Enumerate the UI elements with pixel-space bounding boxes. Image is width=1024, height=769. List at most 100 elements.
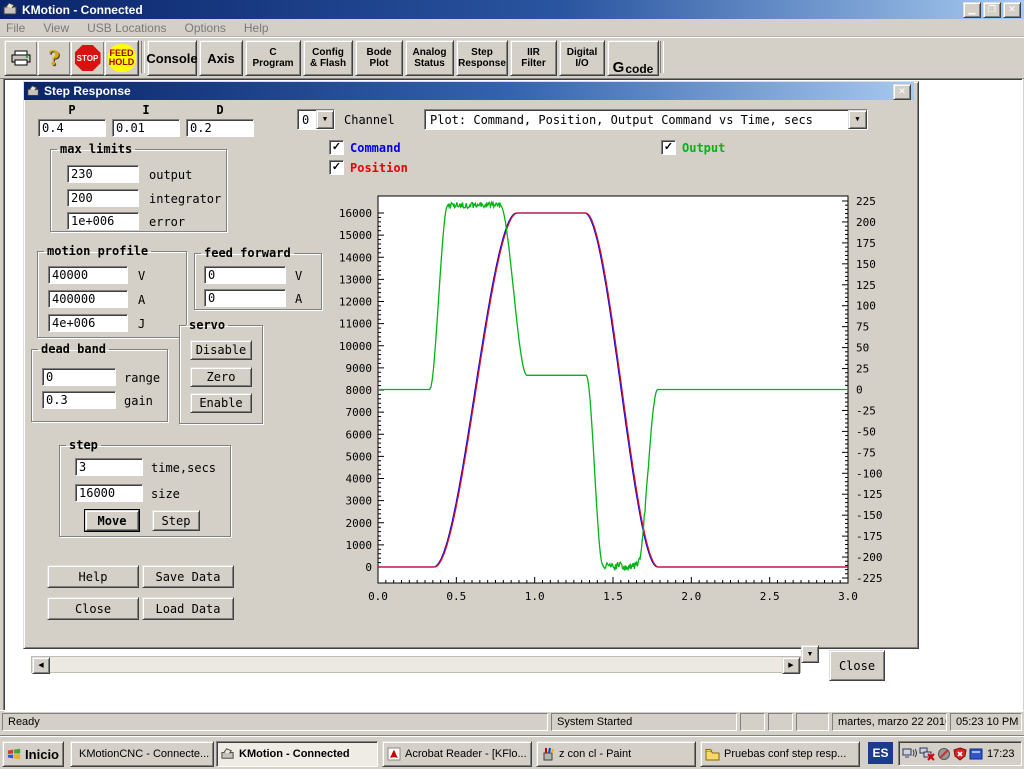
position-checkbox[interactable]: ✓ Position bbox=[329, 160, 408, 175]
toolbar-analog-status-button[interactable]: AnalogStatus bbox=[405, 40, 454, 76]
load-data-button[interactable]: Load Data bbox=[142, 597, 234, 620]
svg-text:15000: 15000 bbox=[339, 229, 372, 242]
security-shield-icon[interactable] bbox=[953, 747, 967, 761]
max-integrator-input[interactable] bbox=[67, 189, 139, 207]
task-acrobat[interactable]: Acrobat Reader - [KFlo... bbox=[382, 741, 532, 767]
velocity-input[interactable] bbox=[48, 266, 128, 284]
blocked-icon[interactable] bbox=[937, 747, 951, 761]
channel-dropdown-arrow-icon[interactable]: ▼ bbox=[316, 110, 334, 129]
app-icon bbox=[3, 2, 18, 17]
max-limits-legend: max limits bbox=[57, 142, 135, 156]
dead-band-gain-input[interactable] bbox=[42, 391, 116, 409]
motion-profile-legend: motion profile bbox=[44, 244, 151, 258]
position-checkbox-box[interactable]: ✓ bbox=[329, 160, 344, 175]
start-button[interactable]: Inicio bbox=[2, 741, 64, 767]
step-time-input[interactable] bbox=[75, 458, 143, 476]
toolbar-axis-button[interactable]: Axis bbox=[199, 40, 243, 76]
max-output-input[interactable] bbox=[67, 165, 139, 183]
bottom-close-button[interactable]: Close bbox=[829, 650, 885, 681]
p-label: P bbox=[38, 103, 106, 117]
servo-zero-button[interactable]: Zero bbox=[190, 367, 252, 387]
toolbar-config-flash-button[interactable]: Config& Flash bbox=[303, 40, 353, 76]
step-size-input[interactable] bbox=[75, 484, 143, 502]
svg-text:-50: -50 bbox=[856, 425, 876, 438]
toolbar-separator bbox=[141, 41, 145, 73]
task-paint[interactable]: z con cl - Paint bbox=[536, 741, 696, 767]
scroll-right-icon[interactable]: ▶ bbox=[782, 657, 800, 674]
channel-select[interactable]: 0 ▼ bbox=[297, 109, 335, 130]
svg-text:6000: 6000 bbox=[346, 428, 373, 441]
task-folder[interactable]: Pruebas conf step resp... bbox=[700, 741, 860, 767]
command-checkbox[interactable]: ✓ Command bbox=[329, 140, 401, 155]
command-checkbox-label: Command bbox=[350, 141, 401, 155]
language-indicator[interactable]: ES bbox=[868, 742, 893, 764]
stop-icon: STOP bbox=[75, 45, 101, 71]
stop-button[interactable]: STOP bbox=[70, 40, 105, 76]
task-kmotion-active[interactable]: KMotion - Connected bbox=[216, 741, 378, 767]
ff-accel-input[interactable] bbox=[204, 289, 286, 307]
motion-profile-group: motion profile V A J bbox=[37, 244, 187, 338]
plot-mode-select[interactable]: Plot: Command, Position, Output Command … bbox=[424, 109, 868, 130]
close-button[interactable]: ✕ bbox=[1003, 2, 1021, 18]
restore-button[interactable]: ❐ bbox=[983, 2, 1001, 18]
scroll-left-icon[interactable]: ◀ bbox=[32, 657, 50, 674]
menu-view[interactable]: View bbox=[43, 21, 69, 35]
horizontal-scrollbar[interactable]: ◀ ▶ bbox=[31, 656, 801, 673]
minimize-button[interactable]: ▁ bbox=[963, 2, 981, 18]
volume-icon[interactable] bbox=[902, 747, 917, 761]
toolbar-gcode-button[interactable]: Gcode bbox=[607, 40, 659, 76]
menu-file[interactable]: File bbox=[6, 21, 25, 35]
status-ready: Ready bbox=[2, 713, 548, 731]
toolbar-iir-filter-button[interactable]: IIRFilter bbox=[510, 40, 557, 76]
servo-disable-button[interactable]: Disable bbox=[190, 340, 252, 360]
menu-usb-locations[interactable]: USB Locations bbox=[87, 21, 166, 35]
d-input[interactable] bbox=[186, 119, 254, 137]
menu-bar: File View USB Locations Options Help bbox=[0, 19, 1024, 37]
svg-text:50: 50 bbox=[856, 342, 869, 355]
move-button[interactable]: Move bbox=[85, 510, 139, 531]
servo-enable-button[interactable]: Enable bbox=[190, 393, 252, 413]
help-dialog-button[interactable]: Help bbox=[47, 565, 139, 588]
p-input[interactable] bbox=[38, 119, 106, 137]
command-checkbox-box[interactable]: ✓ bbox=[329, 140, 344, 155]
accel-input[interactable] bbox=[48, 290, 128, 308]
save-data-button[interactable]: Save Data bbox=[142, 565, 234, 588]
ime-icon[interactable] bbox=[969, 747, 983, 761]
ff-velocity-input[interactable] bbox=[204, 266, 286, 284]
feed-hold-icon: FEED HOLD bbox=[108, 44, 136, 72]
max-error-input[interactable] bbox=[67, 212, 139, 230]
i-input[interactable] bbox=[112, 119, 180, 137]
svg-text:200: 200 bbox=[856, 216, 876, 229]
scroll-down-icon[interactable]: ▼ bbox=[801, 645, 819, 663]
dialog-titlebar: Step Response ✕ bbox=[24, 82, 914, 100]
feed-hold-button[interactable]: FEED HOLD bbox=[104, 40, 139, 76]
main-titlebar: KMotion - Connected ▁ ❐ ✕ bbox=[0, 0, 1024, 19]
help-button[interactable]: ? bbox=[37, 40, 71, 76]
step-group: step time,secs size Move Step bbox=[59, 438, 231, 537]
task-kmotioncnc[interactable]: KMotionCNC - Connecte... bbox=[70, 741, 214, 767]
svg-text:-225: -225 bbox=[856, 572, 883, 585]
dead-band-range-input[interactable] bbox=[42, 368, 116, 386]
svg-text:5000: 5000 bbox=[346, 450, 373, 463]
status-time: 05:23 10 PM bbox=[950, 713, 1022, 731]
close-dialog-button[interactable]: Close bbox=[47, 597, 139, 620]
print-button[interactable] bbox=[4, 40, 38, 76]
toolbar-bode-plot-button[interactable]: BodePlot bbox=[355, 40, 403, 76]
toolbar-step-response-button[interactable]: StepResponse bbox=[456, 40, 508, 76]
toolbar-digital-io-button[interactable]: DigitalI/O bbox=[559, 40, 605, 76]
toolbar-console-button[interactable]: Console bbox=[147, 40, 197, 76]
velocity-label: V bbox=[138, 269, 145, 283]
output-checkbox-box[interactable]: ✓ bbox=[661, 140, 676, 155]
menu-options[interactable]: Options bbox=[185, 21, 226, 35]
step-button[interactable]: Step bbox=[152, 510, 200, 531]
network-offline-icon[interactable] bbox=[919, 747, 935, 761]
dialog-close-icon[interactable]: ✕ bbox=[893, 84, 911, 100]
toolbar-c-program-button[interactable]: CProgram bbox=[245, 40, 301, 76]
menu-help[interactable]: Help bbox=[244, 21, 269, 35]
output-checkbox[interactable]: ✓ Output bbox=[661, 140, 725, 155]
jerk-input[interactable] bbox=[48, 314, 128, 332]
svg-text:14000: 14000 bbox=[339, 251, 372, 264]
svg-text:-150: -150 bbox=[856, 509, 883, 522]
plot-mode-dropdown-arrow-icon[interactable]: ▼ bbox=[848, 110, 867, 129]
output-checkbox-label: Output bbox=[682, 141, 725, 155]
